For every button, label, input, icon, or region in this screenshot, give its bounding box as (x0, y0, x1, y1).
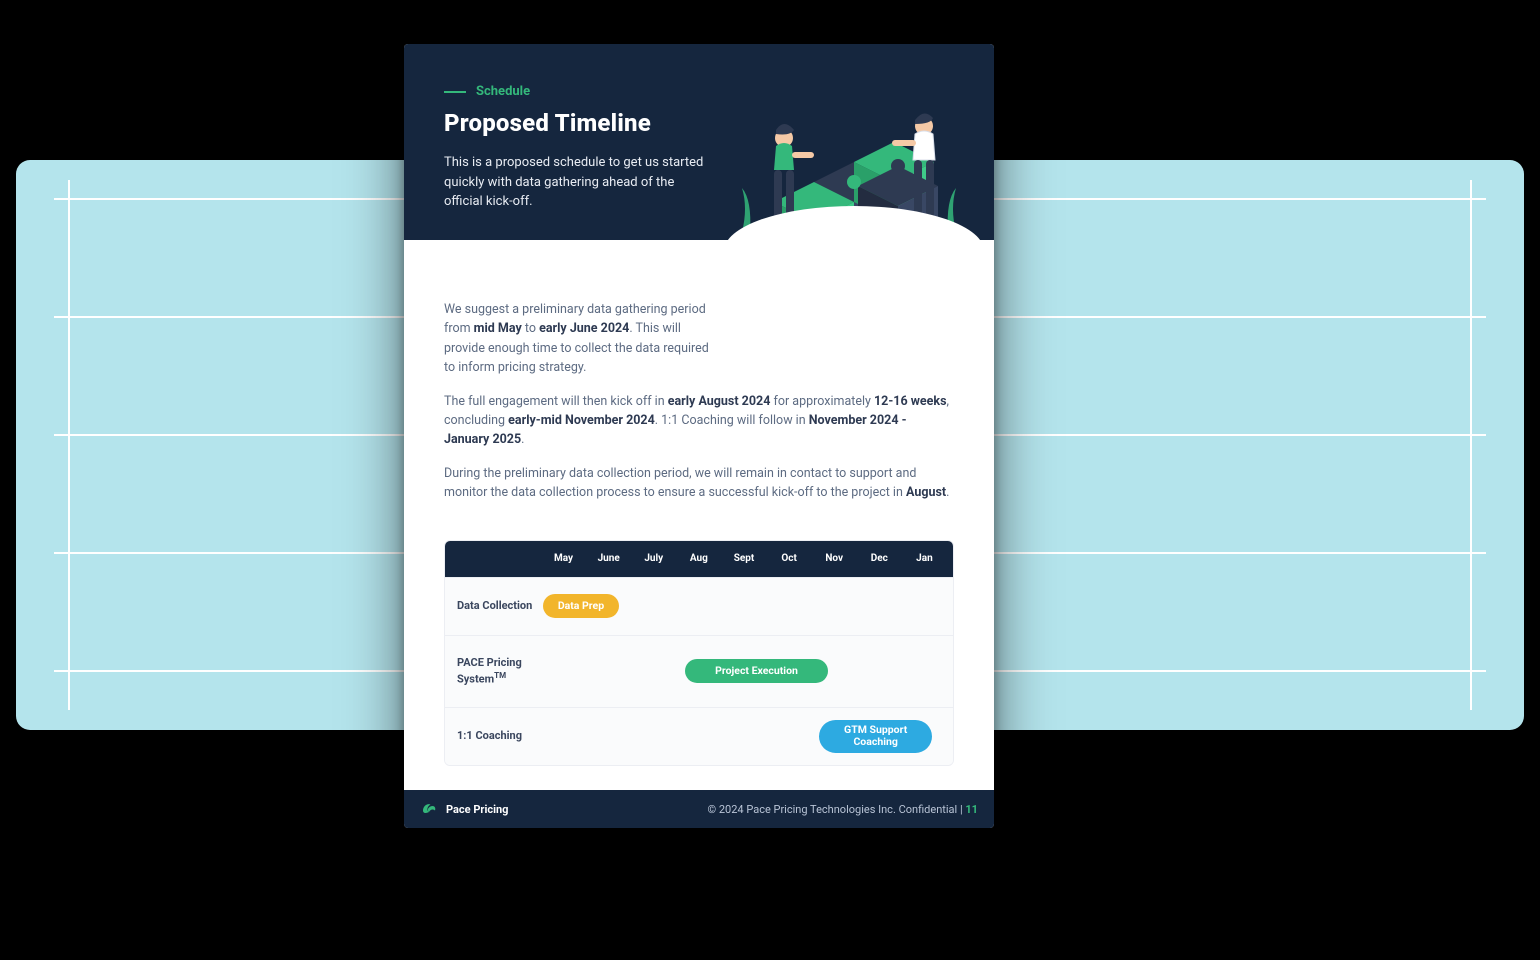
gantt-bar-project-execution: Project Execution (685, 659, 827, 683)
gantt-row-data-collection: Data Collection Data Prep (445, 577, 953, 635)
month-header: Nov (812, 551, 857, 567)
text-bold: August (906, 485, 946, 500)
trademark-sup: TM (494, 671, 506, 680)
text-bold: 12-16 weeks (874, 394, 947, 409)
paragraph-2: The full engagement will then kick off i… (444, 392, 954, 450)
gantt-bar-gtm-coaching: GTM Support Coaching (819, 720, 932, 752)
month-header: Oct (767, 551, 812, 567)
bar-track: Project Execution (535, 636, 953, 707)
grid-line (68, 180, 70, 710)
footer-copyright: © 2024 Pace Pricing Technologies Inc. Co… (708, 803, 979, 816)
brand-lockup: Pace Pricing (420, 800, 508, 818)
hero-section: Schedule Proposed Timeline This is a pro… (404, 44, 994, 240)
text-bold: early August 2024 (668, 394, 771, 409)
text: © 2024 Pace Pricing Technologies Inc. Co… (708, 803, 966, 816)
gantt-row-coaching: 1:1 Coaching GTM Support Coaching (445, 707, 953, 765)
row-label: PACE Pricing SystemTM (445, 646, 535, 696)
gantt-header-row: May June July Aug Sept Oct Nov Dec Jan (445, 541, 953, 577)
text: . 1:1 Coaching will follow in (655, 413, 809, 428)
page-number: 11 (965, 803, 978, 816)
hero-description: This is a proposed schedule to get us st… (444, 153, 714, 212)
document-page: Schedule Proposed Timeline This is a pro… (404, 44, 994, 828)
month-header: June (586, 551, 631, 567)
text-bold: early June 2024 (539, 321, 629, 336)
text: The full engagement will then kick off i… (444, 394, 668, 409)
eyebrow-dash (444, 91, 466, 93)
grid-line (1470, 180, 1472, 710)
text: . (521, 432, 524, 447)
paragraph-3: During the preliminary data collection p… (444, 464, 954, 503)
month-header: Sept (721, 551, 766, 567)
row-label: Data Collection (445, 589, 535, 623)
text-bold: early-mid November 2024 (508, 413, 655, 428)
paragraph-1: We suggest a preliminary data gathering … (444, 300, 714, 378)
gantt-bar-data-prep: Data Prep (543, 594, 618, 618)
brand-name: Pace Pricing (446, 803, 508, 816)
bar-track: GTM Support Coaching (535, 708, 953, 765)
text: During the preliminary data collection p… (444, 466, 916, 500)
eyebrow-label: Schedule (476, 84, 530, 99)
text: to (522, 321, 539, 336)
month-header: Dec (857, 551, 902, 567)
gantt-row-pace-system: PACE Pricing SystemTM Project Execution (445, 635, 953, 707)
text: for approximately (770, 394, 874, 409)
body-content: We suggest a preliminary data gathering … (404, 240, 994, 790)
text-bold: mid May (474, 321, 522, 336)
page-footer: Pace Pricing © 2024 Pace Pricing Technol… (404, 790, 994, 828)
text: . (946, 485, 949, 500)
brand-logo-icon (420, 800, 438, 818)
month-header: Aug (676, 551, 721, 567)
month-header: July (631, 551, 676, 567)
gantt-chart: May June July Aug Sept Oct Nov Dec Jan D… (444, 540, 954, 766)
text: PACE Pricing System (457, 656, 522, 685)
bar-track: Data Prep (535, 578, 953, 635)
month-header: May (541, 551, 586, 567)
row-label: 1:1 Coaching (445, 719, 535, 753)
month-header: Jan (902, 551, 947, 567)
